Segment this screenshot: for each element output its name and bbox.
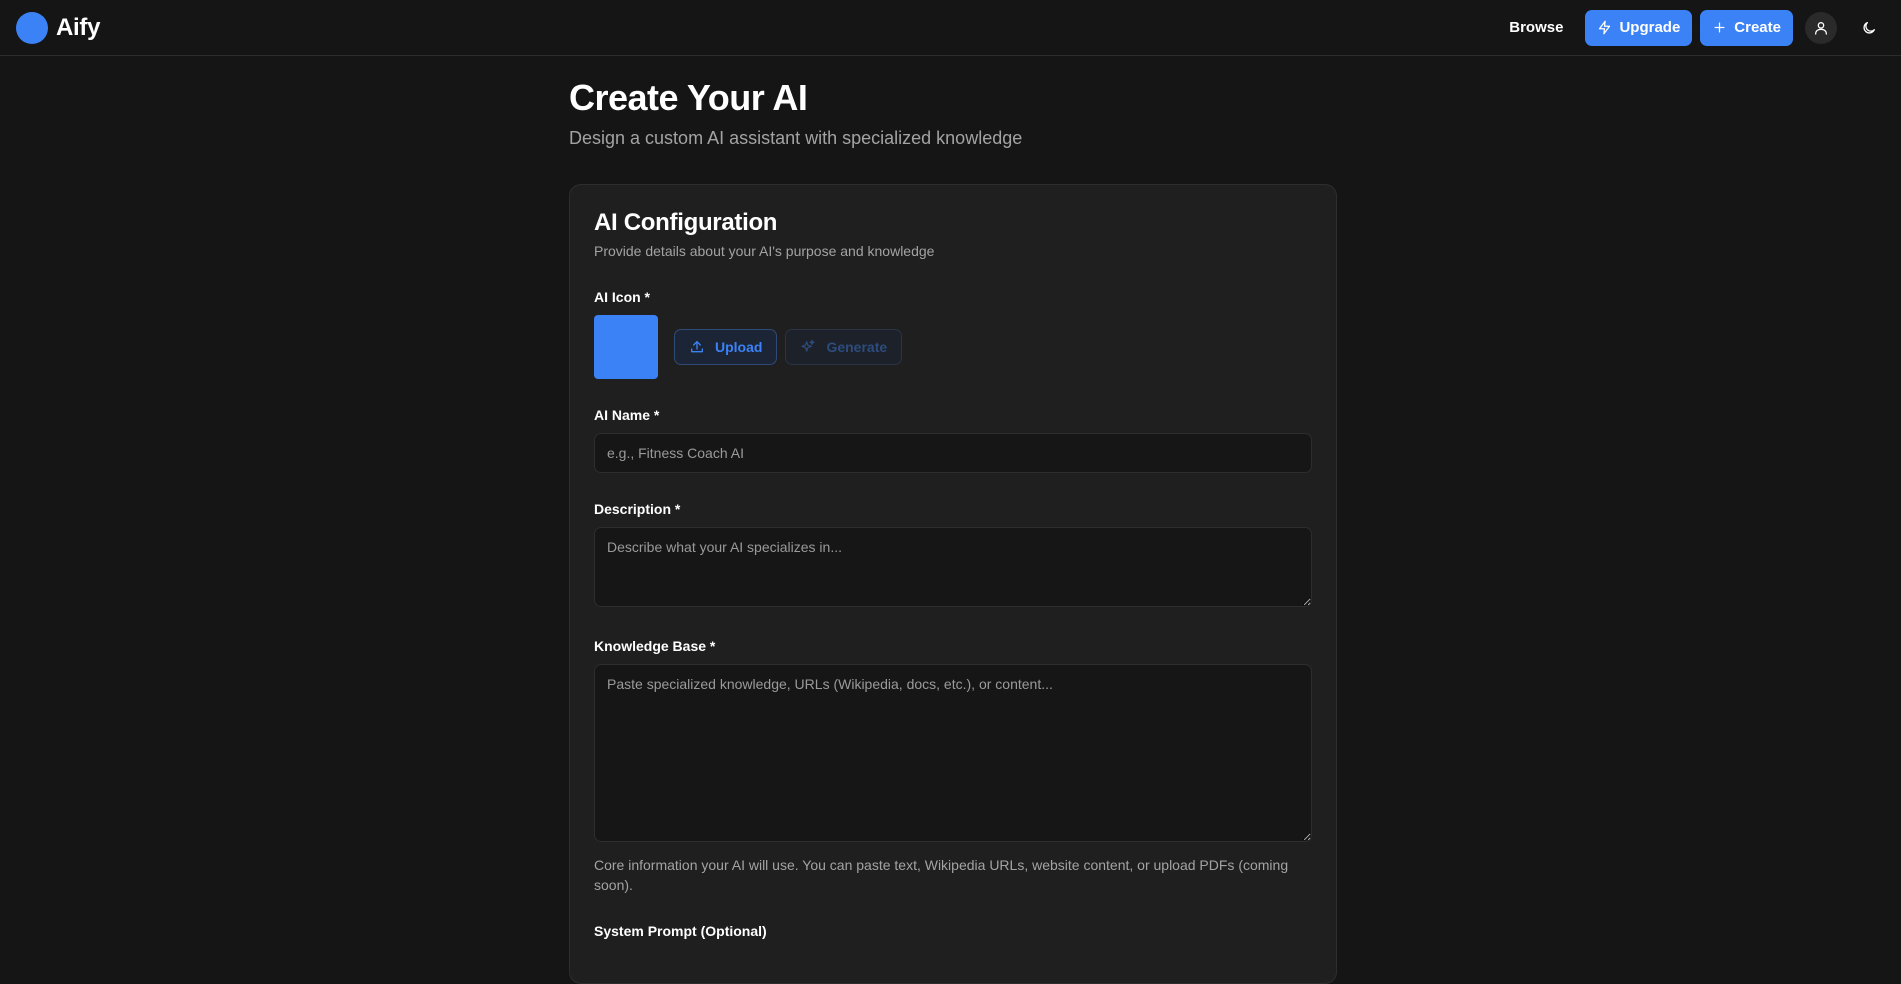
upload-icon [691,341,703,353]
generate-icon-button[interactable]: Generate [785,329,903,365]
profile-button[interactable] [1805,11,1837,44]
lightning-icon [1599,20,1611,35]
moon-icon [1863,21,1875,34]
ai-name-input[interactable] [594,433,1312,473]
generate-button-label: Generate [826,339,888,355]
system-prompt-label: System Prompt (Optional) [594,923,767,939]
knowledge-base-field: Knowledge Base * Core information your A… [594,638,1312,895]
create-button-label: Create [1734,19,1781,36]
knowledge-base-help-text: Core information your AI will use. You c… [594,857,1289,893]
upload-icon-button[interactable]: Upload [674,329,778,365]
ai-icon-preview [594,315,658,379]
user-icon [1815,21,1827,35]
browse-link[interactable]: Browse [1495,11,1577,44]
ai-name-label: AI Name * [594,407,660,423]
card-title: AI Configuration [594,209,778,236]
plus-icon [1714,22,1725,33]
sparkles-icon [801,339,816,352]
card-description: Provide details about your AI's purpose … [594,243,935,259]
create-ai-page: Create Your AI Design a custom AI assist… [569,56,1337,984]
ai-name-field: AI Name * [594,407,1312,473]
system-prompt-field: System Prompt (Optional) [594,923,1312,939]
page-title: Create Your AI [569,77,808,118]
brand-name: Aify [56,13,101,41]
description-label: Description * [594,501,681,517]
knowledge-base-textarea[interactable] [594,664,1312,842]
description-field: Description * [594,501,1312,612]
top-navigation-bar: Aify Browse Upgrade Create [0,0,1901,56]
ai-icon-label: AI Icon * [594,289,651,305]
description-textarea[interactable] [594,527,1312,607]
header-actions: Browse Upgrade Create [1495,9,1885,46]
theme-toggle-button[interactable] [1853,12,1885,44]
ai-icon-field: AI Icon * Upload Generate [594,289,1312,379]
upgrade-button-label: Upgrade [1619,19,1681,36]
create-button[interactable]: Create [1700,9,1793,46]
brand-logo-icon [16,11,48,44]
brand[interactable]: Aify [16,11,101,44]
knowledge-base-label: Knowledge Base * [594,638,716,654]
ai-configuration-card: AI Configuration Provide details about y… [569,184,1337,984]
page-subtitle: Design a custom AI assistant with specia… [569,127,1023,148]
ai-icon-controls: Upload Generate [594,315,1312,379]
upgrade-button[interactable]: Upgrade [1585,9,1693,46]
upload-button-label: Upload [715,339,763,355]
